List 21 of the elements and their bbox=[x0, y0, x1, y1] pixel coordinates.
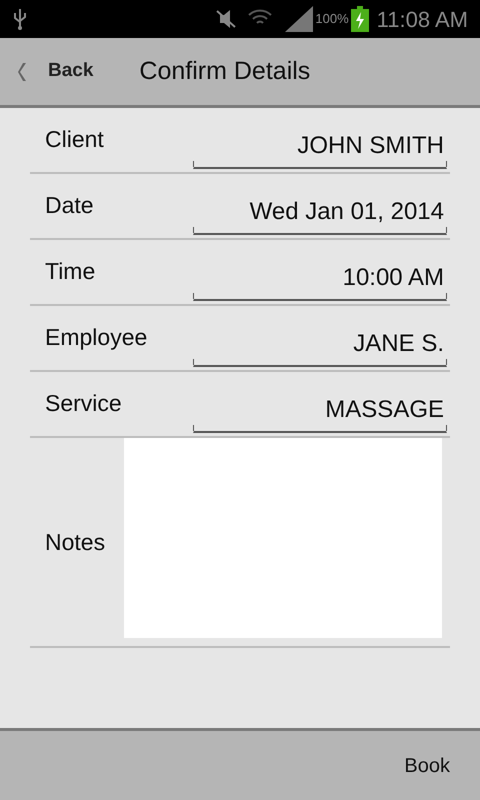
field-label: Employee bbox=[45, 323, 148, 352]
back-button[interactable]: Back bbox=[16, 46, 94, 96]
input-field[interactable]: JOHN SMITH bbox=[193, 124, 447, 169]
usb-icon bbox=[12, 7, 28, 31]
book-button[interactable]: Book bbox=[404, 740, 450, 790]
signal-icon bbox=[285, 6, 314, 32]
field-label: Notes bbox=[45, 528, 106, 557]
battery-percent: 100% bbox=[315, 10, 349, 28]
field-label: Client bbox=[45, 125, 104, 154]
notes-field[interactable] bbox=[124, 438, 442, 638]
field-label: Date bbox=[45, 191, 94, 220]
input-field[interactable]: JANE S. bbox=[193, 322, 447, 367]
chevron-left-icon bbox=[16, 62, 28, 82]
field-label: Service bbox=[45, 389, 122, 418]
input-field[interactable]: 10:00 AM bbox=[193, 256, 447, 301]
field-label: Time bbox=[45, 257, 96, 286]
clock-time: 11:08 AM bbox=[376, 6, 468, 34]
screen-title: Confirm Details bbox=[139, 56, 310, 87]
battery-charging-icon bbox=[350, 6, 369, 32]
input-field[interactable]: MASSAGE bbox=[193, 388, 447, 433]
input-field[interactable]: Wed Jan 01, 2014 bbox=[193, 190, 447, 235]
